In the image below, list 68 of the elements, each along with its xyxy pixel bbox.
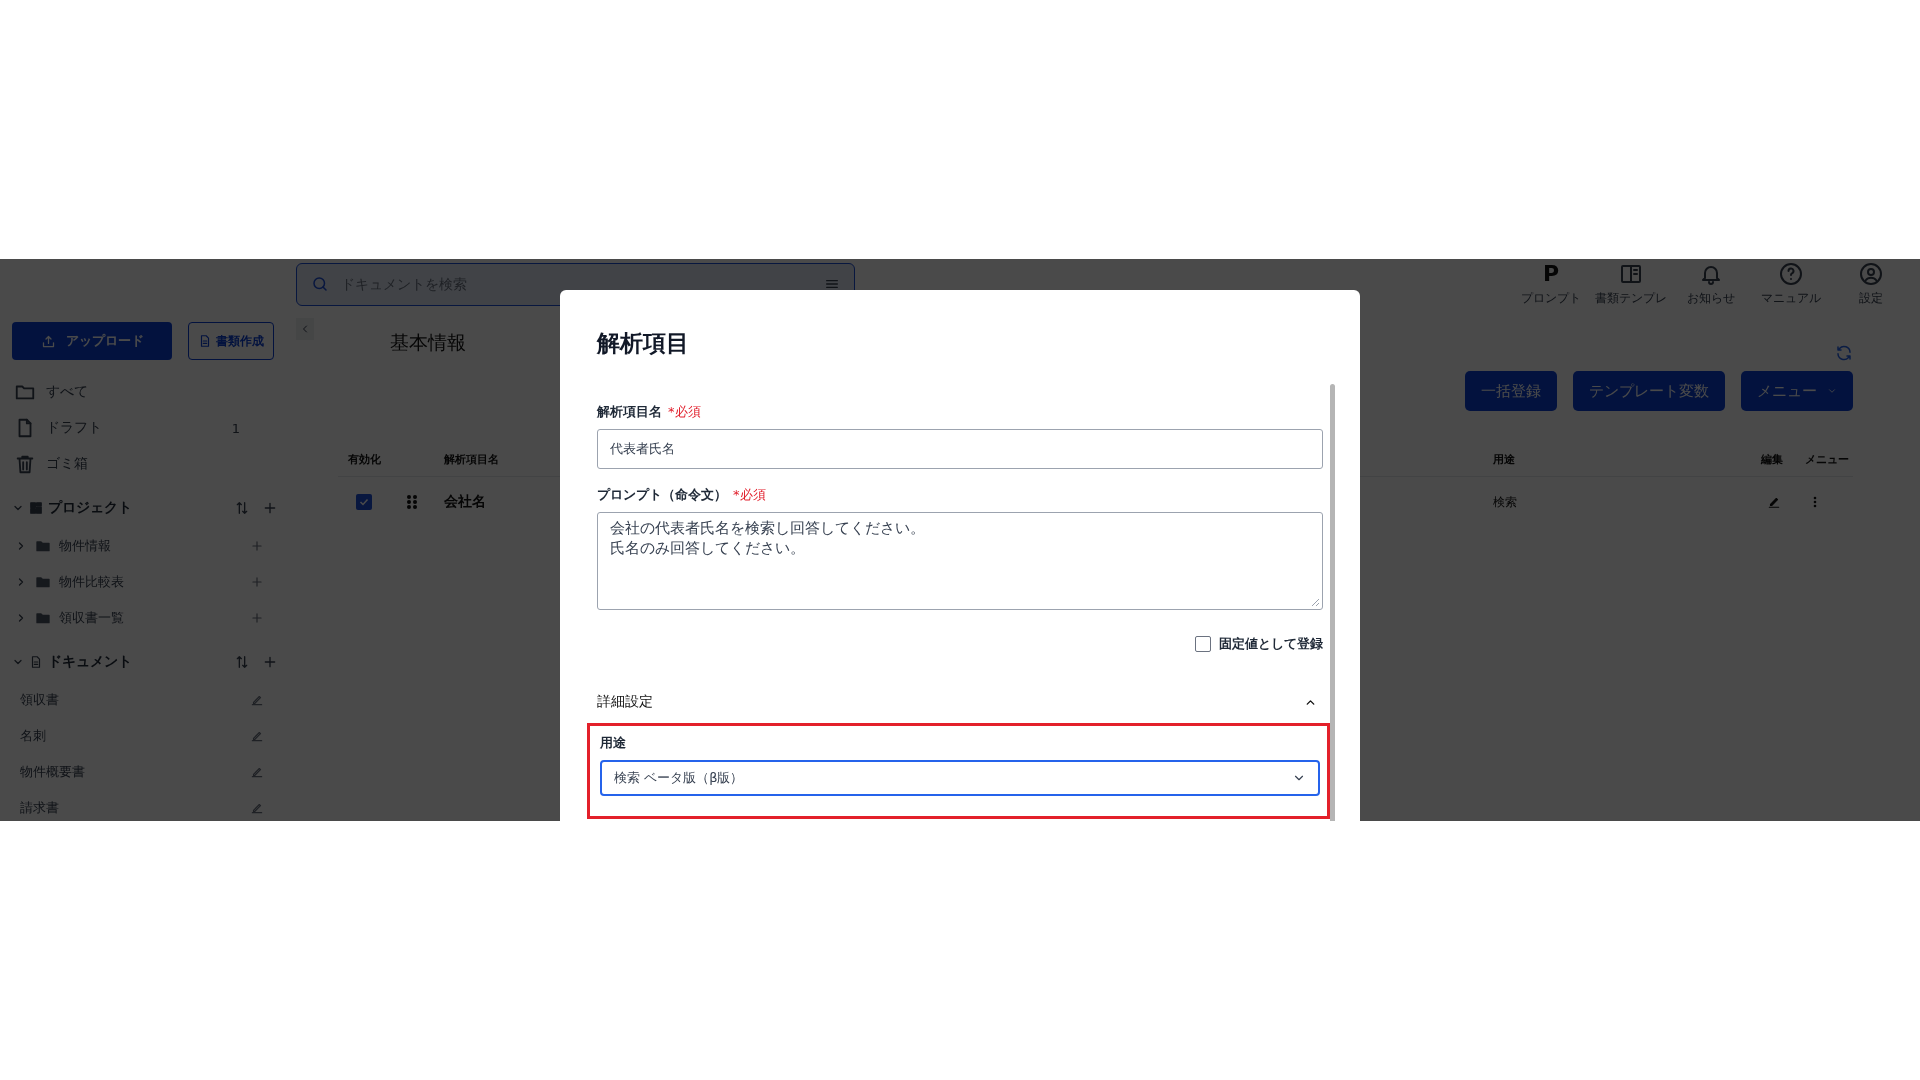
required-mark: *必須 bbox=[668, 403, 701, 421]
pencil-icon[interactable] bbox=[250, 729, 264, 743]
section-title: プロジェクト bbox=[48, 499, 132, 517]
grid-icon bbox=[29, 501, 43, 515]
trash-icon bbox=[14, 453, 36, 475]
caret-icon bbox=[1827, 386, 1837, 396]
plus-icon[interactable] bbox=[262, 654, 278, 670]
sort-icon[interactable] bbox=[234, 500, 250, 516]
pencil-icon[interactable] bbox=[250, 801, 264, 815]
folder-icon bbox=[35, 538, 51, 554]
column-header: 編集 bbox=[1761, 452, 1784, 467]
checkbox[interactable] bbox=[356, 494, 372, 510]
checkbox[interactable] bbox=[1195, 636, 1211, 652]
checkmark-icon bbox=[358, 496, 370, 508]
column-header: 解析項目名 bbox=[444, 452, 500, 467]
user-icon bbox=[1859, 261, 1883, 286]
item-count: 1 bbox=[231, 420, 240, 436]
field-label: 用途 bbox=[600, 734, 626, 752]
section-title: ドキュメント bbox=[48, 653, 132, 671]
document-icon bbox=[29, 655, 43, 669]
edit-button[interactable] bbox=[1767, 495, 1781, 509]
plus-icon[interactable] bbox=[262, 500, 278, 516]
column-header: 有効化 bbox=[348, 452, 382, 467]
column-header: 用途 bbox=[1493, 452, 1516, 467]
create-document-button[interactable]: 書類作成 bbox=[188, 322, 274, 360]
pencil-icon[interactable] bbox=[250, 693, 264, 707]
dialog-title: 解析項目 bbox=[597, 329, 690, 358]
refresh-icon bbox=[1835, 344, 1853, 362]
resize-grip-icon[interactable] bbox=[1311, 598, 1320, 607]
prompt-line: 氏名のみ回答してください。 bbox=[610, 538, 805, 558]
p-logo-icon: P bbox=[1542, 261, 1560, 286]
column-header: メニュー bbox=[1805, 452, 1850, 467]
refresh-button[interactable] bbox=[1835, 344, 1853, 362]
search-icon bbox=[311, 275, 329, 293]
kebab-icon bbox=[1813, 496, 1817, 508]
plus-icon[interactable] bbox=[250, 539, 264, 553]
table-cell: 検索 bbox=[1493, 493, 1517, 511]
prompt-line: 会社の代表者氏名を検索し回答してください。 bbox=[610, 519, 925, 539]
drag-handle-icon[interactable] bbox=[406, 494, 418, 510]
required-mark: *必須 bbox=[733, 486, 766, 504]
usage-select[interactable]: 検索 ベータ版（β版） bbox=[600, 760, 1320, 796]
page-title: 基本情報 bbox=[390, 330, 466, 355]
folder-icon bbox=[35, 574, 51, 590]
document-icon bbox=[198, 334, 212, 348]
scrollbar[interactable] bbox=[1330, 384, 1335, 821]
action-button[interactable]: メニュー bbox=[1741, 371, 1853, 411]
pencil-icon[interactable] bbox=[250, 765, 264, 779]
prompt-field[interactable]: 会社の代表者氏名を検索し回答してください。 氏名のみ回答してください。 bbox=[597, 512, 1323, 610]
upload-button[interactable]: アップロード bbox=[12, 322, 172, 360]
plus-icon[interactable] bbox=[250, 611, 264, 625]
action-button[interactable]: テンプレート変数 bbox=[1573, 371, 1725, 411]
pencil-icon bbox=[1767, 495, 1781, 509]
field-label: プロンプト（命令文） bbox=[597, 486, 727, 504]
field-label: 解析項目名 bbox=[597, 403, 662, 421]
table-cell: 会社名 bbox=[444, 493, 486, 511]
more-button[interactable] bbox=[1813, 496, 1817, 508]
sidebar-item[interactable]: ゴミ箱 bbox=[12, 446, 278, 482]
help-icon bbox=[1779, 261, 1803, 286]
upload-icon bbox=[40, 333, 56, 349]
checkbox-label: 固定値として登録 bbox=[1219, 635, 1323, 653]
sort-icon[interactable] bbox=[234, 654, 250, 670]
advanced-settings-toggle[interactable]: 詳細設定 bbox=[597, 687, 1323, 717]
input-field[interactable]: 代表者氏名 bbox=[597, 429, 1323, 469]
folder-icon bbox=[35, 610, 51, 626]
collapse-button[interactable] bbox=[296, 318, 314, 340]
plus-icon[interactable] bbox=[250, 575, 264, 589]
sidebar-item[interactable]: 名刺 bbox=[20, 727, 46, 745]
sidebar-item[interactable]: すべて bbox=[12, 374, 278, 410]
